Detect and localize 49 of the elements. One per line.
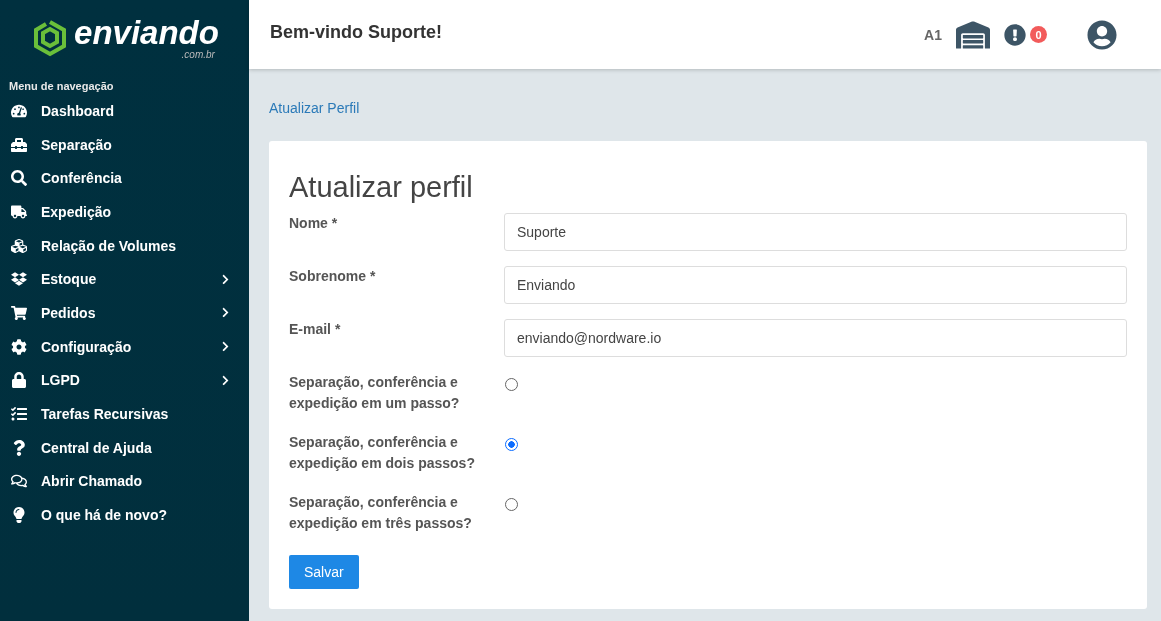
question-icon — [11, 439, 27, 456]
field-label: Sobrenome * — [289, 267, 377, 286]
gauge-icon — [11, 102, 27, 119]
option-label: Separação, conferência e expedição em um passo? — [289, 373, 461, 413]
boxes-icon — [11, 237, 27, 254]
search-icon — [11, 170, 27, 187]
sidebar-item[interactable]: Separação — [0, 127, 249, 162]
box-icon — [11, 271, 27, 288]
sidebar-item[interactable]: Expedição — [0, 195, 249, 229]
option-label: Separação, conferência e expedição em três passos? — [289, 493, 473, 533]
menu-heading: Menu de navegação — [8, 79, 115, 94]
list-icon — [11, 406, 27, 423]
lightbulb-icon — [11, 507, 27, 524]
sidebar-item[interactable]: Central de Ajuda — [0, 430, 249, 465]
alert-count: 0 — [1030, 26, 1047, 43]
sidebar-item[interactable]: Configuração — [0, 329, 249, 364]
settings-icon — [11, 338, 27, 355]
sidebar-item[interactable]: Tarefas Recursivas — [0, 397, 249, 431]
save-button[interactable]: Salvar — [289, 555, 359, 589]
sidebar-item[interactable]: Estoque — [0, 262, 249, 297]
text-field[interactable]: Enviando — [504, 266, 1127, 304]
brand-name: enviando — [74, 16, 219, 49]
text-field[interactable]: enviando@nordware.io — [504, 319, 1127, 357]
lock-icon — [11, 372, 27, 389]
cart-icon — [11, 304, 27, 321]
sidebar-item[interactable]: Relação de Volumes — [0, 228, 249, 263]
radio-button[interactable] — [505, 498, 518, 511]
chat-icon — [11, 473, 27, 490]
sidebar-item[interactable]: LGPD — [0, 363, 249, 398]
sidebar-item[interactable]: Pedidos — [0, 296, 249, 330]
truck-icon — [11, 203, 27, 220]
warehouse-code: A1 — [924, 26, 942, 43]
radio-button[interactable] — [505, 438, 518, 451]
field-label: Nome * — [289, 214, 339, 233]
sidebar-item[interactable]: Abrir Chamado — [0, 464, 249, 499]
sidebar-item[interactable]: Conferência — [0, 161, 249, 196]
sidebar-item[interactable]: O que há de novo? — [0, 498, 249, 532]
greeting: Bem-vindo Suporte! — [270, 22, 443, 43]
radio-button[interactable] — [505, 378, 518, 391]
user-avatar-icon[interactable] — [1087, 19, 1117, 50]
toolbox-icon — [11, 136, 27, 153]
alert-icon[interactable] — [1004, 23, 1026, 46]
brand-domain: .com.br — [181, 48, 215, 60]
field-label: E-mail * — [289, 320, 342, 339]
option-label: Separação, conferência e expedição em dois passos? — [289, 433, 476, 473]
breadcrumb-link[interactable]: Atualizar Perfil — [249, 69, 1161, 141]
text-field[interactable]: Suporte — [504, 213, 1127, 251]
form-title: Atualizar perfil — [289, 171, 474, 204]
sidebar-item[interactable]: Dashboard — [0, 94, 249, 128]
